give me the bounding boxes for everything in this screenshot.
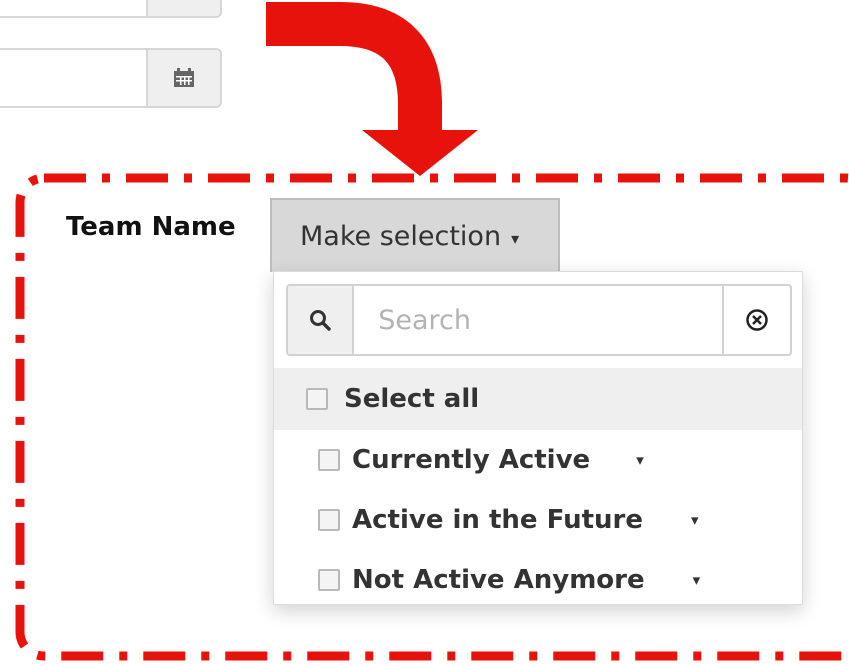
- search-input[interactable]: [354, 286, 723, 354]
- caret-down-icon: ▾: [511, 228, 520, 248]
- multiselect-dropdown: Select all Currently Active ▾ Active in …: [273, 271, 803, 605]
- search-icon: [310, 310, 331, 331]
- make-selection-label: Make selection: [300, 220, 502, 252]
- group-label: Not Active Anymore: [352, 565, 645, 595]
- group-checkbox[interactable]: [318, 509, 340, 531]
- group-checkbox[interactable]: [318, 569, 340, 591]
- clear-search-button[interactable]: [722, 286, 790, 354]
- caret-down-icon[interactable]: ▾: [636, 451, 644, 469]
- group-option-active-in-the-future[interactable]: Active in the Future ▾: [274, 492, 802, 548]
- search-icon-cell: [288, 286, 355, 354]
- caret-down-icon[interactable]: ▾: [691, 511, 699, 529]
- group-checkbox[interactable]: [318, 449, 340, 471]
- group-label: Active in the Future: [352, 505, 643, 535]
- team-name-label: Team Name: [66, 212, 236, 242]
- group-option-currently-active[interactable]: Currently Active ▾: [274, 432, 802, 488]
- search-group: [286, 284, 792, 356]
- select-all-label: Select all: [344, 384, 480, 414]
- group-label: Currently Active: [352, 445, 591, 475]
- group-option-not-active-anymore[interactable]: Not Active Anymore ▾: [274, 552, 802, 608]
- select-all-checkbox[interactable]: [306, 388, 328, 410]
- clear-circle-icon: [746, 309, 768, 331]
- select-all-option[interactable]: Select all: [274, 368, 802, 430]
- make-selection-button[interactable]: Make selection ▾: [270, 198, 560, 272]
- caret-down-icon[interactable]: ▾: [693, 571, 701, 589]
